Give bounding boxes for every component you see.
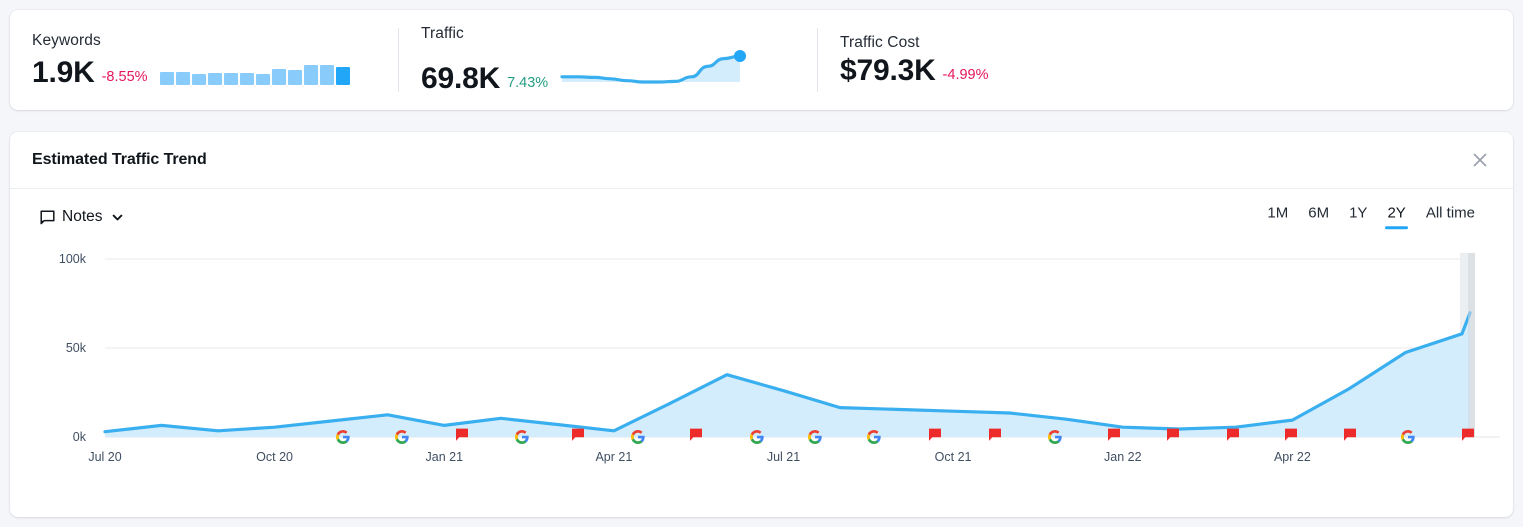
note-flag-marker-icon[interactable] bbox=[1283, 427, 1299, 443]
x-axis-tick: Jul 20 bbox=[88, 450, 122, 464]
x-axis-tick: Jan 21 bbox=[425, 450, 464, 464]
kpi-traffic-cost-valuerow: $79.3K -4.99% bbox=[840, 54, 1218, 87]
x-axis-tick: Jul 21 bbox=[766, 450, 801, 464]
notes-dropdown-button[interactable]: Notes bbox=[40, 208, 124, 226]
keywords-sparkline-bars bbox=[159, 53, 350, 86]
kpi-traffic-cost-value: $79.3K bbox=[840, 54, 936, 87]
traffic-analytics-page: Keywords 1.9K -8.55% Traffic 69.8K 7.43% bbox=[0, 0, 1523, 527]
close-icon[interactable] bbox=[1467, 147, 1493, 173]
kpi-traffic-cost-delta: -4.99% bbox=[942, 67, 989, 83]
google-update-marker-icon[interactable] bbox=[1047, 429, 1063, 445]
note-flag-marker-icon[interactable] bbox=[1460, 427, 1476, 443]
range-tab-1y[interactable]: 1Y bbox=[1339, 205, 1377, 229]
kpi-keywords: Keywords 1.9K -8.55% bbox=[10, 10, 398, 110]
kpi-traffic-delta: 7.43% bbox=[507, 75, 549, 92]
keywords-sparkline-bar bbox=[207, 73, 222, 86]
keywords-sparkline-bar bbox=[255, 74, 270, 86]
range-tab-all-time[interactable]: All time bbox=[1416, 205, 1485, 229]
notes-label: Notes bbox=[62, 208, 103, 225]
kpi-keywords-label: Keywords bbox=[32, 31, 101, 49]
traffic-trend-chart: 100k 50k 0k Jul 20 Oct 20 Jan 21 Apr 21 Jul … bbox=[10, 245, 1513, 500]
range-tab-6m[interactable]: 6M bbox=[1298, 205, 1339, 229]
estimated-traffic-trend-panel: Estimated Traffic Trend Notes 1M 6M 1Y 2… bbox=[10, 132, 1513, 517]
kpi-traffic-value: 69.8K bbox=[421, 62, 501, 96]
keywords-sparkline-bar bbox=[191, 73, 206, 86]
x-axis-tick: Apr 22 bbox=[1273, 450, 1311, 464]
note-flag-marker-icon[interactable] bbox=[454, 427, 470, 443]
y-axis-tick-50k: 50k bbox=[65, 341, 86, 355]
chevron-down-icon bbox=[111, 211, 124, 224]
range-tab-2y[interactable]: 2Y bbox=[1377, 205, 1415, 229]
x-axis-tick: Apr 21 bbox=[595, 450, 633, 464]
kpi-keywords-delta: -8.55% bbox=[101, 68, 148, 85]
google-update-marker-icon[interactable] bbox=[1400, 429, 1416, 445]
note-flag-marker-icon[interactable] bbox=[1165, 427, 1181, 443]
y-axis-tick-0k: 0k bbox=[72, 430, 86, 444]
note-bubble-icon bbox=[40, 209, 55, 225]
kpi-keywords-valuerow: 1.9K -8.55% bbox=[32, 55, 398, 87]
note-flag-marker-icon[interactable] bbox=[987, 427, 1003, 443]
kpi-traffic-cost: Traffic Cost $79.3K -4.99% bbox=[818, 10, 1218, 110]
keywords-sparkline-bar bbox=[319, 65, 334, 86]
note-flag-marker-icon[interactable] bbox=[688, 427, 704, 443]
note-flag-marker-icon[interactable] bbox=[1106, 427, 1122, 443]
kpi-traffic-cost-label: Traffic Cost bbox=[840, 33, 920, 51]
panel-header: Estimated Traffic Trend bbox=[10, 132, 1513, 189]
kpi-keywords-value: 1.9K bbox=[32, 55, 95, 89]
kpi-traffic-valuerow: 69.8K 7.43% bbox=[421, 49, 817, 94]
note-flag-marker-icon[interactable] bbox=[1342, 427, 1358, 443]
google-update-marker-icon[interactable] bbox=[630, 429, 646, 445]
keywords-sparkline-bar bbox=[271, 69, 286, 86]
keywords-sparkline-bar bbox=[287, 70, 302, 86]
current-period-edge bbox=[1468, 253, 1475, 437]
keywords-sparkline-bar bbox=[175, 72, 190, 86]
keywords-sparkline-bar bbox=[223, 73, 238, 86]
keywords-sparkline-bar bbox=[335, 66, 350, 86]
y-axis-tick-100k: 100k bbox=[58, 252, 86, 266]
chart-toolbar: Notes 1M 6M 1Y 2Y All time bbox=[10, 189, 1513, 245]
x-axis-tick: Oct 20 bbox=[256, 450, 294, 464]
page-title: Estimated Traffic Trend bbox=[32, 151, 207, 168]
google-update-marker-icon[interactable] bbox=[866, 429, 882, 445]
traffic-sparkline-area bbox=[558, 48, 758, 93]
traffic-sparkline-endpoint bbox=[734, 49, 747, 62]
x-axis-tick: Oct 21 bbox=[934, 450, 972, 464]
range-tab-1m[interactable]: 1M bbox=[1257, 205, 1298, 229]
x-axis-tick: Jan 22 bbox=[1104, 450, 1142, 464]
google-update-marker-icon[interactable] bbox=[749, 429, 765, 445]
time-range-tabs: 1M 6M 1Y 2Y All time bbox=[1257, 205, 1485, 229]
google-update-marker-icon[interactable] bbox=[807, 429, 823, 445]
google-update-marker-icon[interactable] bbox=[335, 429, 351, 445]
keywords-sparkline-bar bbox=[239, 73, 254, 86]
google-update-marker-icon[interactable] bbox=[394, 429, 410, 445]
note-flag-marker-icon[interactable] bbox=[1225, 427, 1241, 443]
google-update-marker-icon[interactable] bbox=[514, 429, 530, 445]
kpi-traffic-label: Traffic bbox=[421, 25, 464, 43]
note-flag-marker-icon[interactable] bbox=[570, 427, 586, 443]
note-flag-marker-icon[interactable] bbox=[927, 427, 943, 443]
kpi-traffic: Traffic 69.8K 7.43% bbox=[399, 10, 817, 110]
traffic-sparkline-svg bbox=[560, 49, 747, 84]
keywords-sparkline-bar bbox=[303, 65, 318, 86]
keywords-sparkline-bar bbox=[159, 72, 174, 86]
kpi-summary-card: Keywords 1.9K -8.55% Traffic 69.8K 7.43% bbox=[10, 10, 1513, 110]
